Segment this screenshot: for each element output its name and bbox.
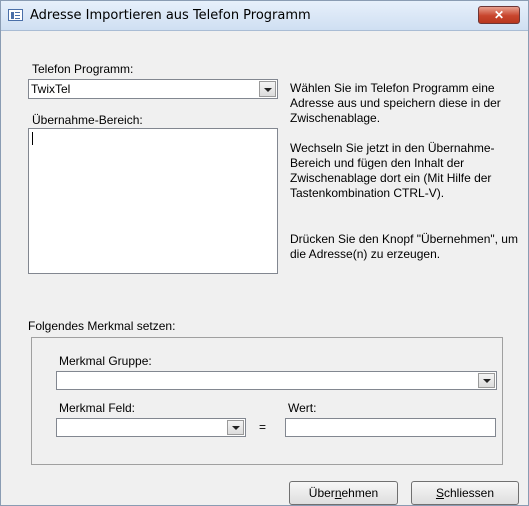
import-area-label: Übernahme-Bereich: <box>32 113 143 127</box>
feature-group-label: Merkmal Gruppe: <box>59 354 152 368</box>
close-label-accel: S <box>435 486 444 500</box>
feature-group-combo[interactable] <box>56 371 497 390</box>
feature-field-label: Merkmal Feld: <box>59 401 136 415</box>
close-icon[interactable]: ✕ <box>478 6 520 24</box>
help-text-2: Wechseln Sie jetzt in den Übernahme-Bere… <box>290 141 529 201</box>
feature-field-combo[interactable] <box>56 418 246 437</box>
close-label-post: chliessen <box>443 486 495 500</box>
close-button[interactable]: Schliessen <box>411 481 519 505</box>
dialog-window: Adresse Importieren aus Telefon Programm… <box>0 0 529 506</box>
value-input[interactable] <box>285 418 496 437</box>
value-label: Wert: <box>288 401 317 415</box>
title-bar[interactable]: Adresse Importieren aus Telefon Programm… <box>1 1 528 31</box>
phone-program-label: Telefon Programm: <box>32 62 134 76</box>
window-title: Adresse Importieren aus Telefon Programm <box>30 8 311 23</box>
chevron-down-icon[interactable] <box>259 81 276 97</box>
apply-label-pre: Über <box>308 486 335 500</box>
help-text-3: Drücken Sie den Knopf "Übernehmen", um d… <box>290 232 529 262</box>
help-paragraph-1: Wählen Sie im Telefon Programm eine Adre… <box>290 81 501 125</box>
text-caret <box>32 132 33 145</box>
help-paragraph-3: Drücken Sie den Knopf "Übernehmen", um d… <box>290 232 518 261</box>
apply-label-accel: n <box>334 486 342 500</box>
feature-section-label: Folgendes Merkmal setzen: <box>28 319 176 333</box>
phone-program-combo[interactable]: TwixTel <box>28 79 278 99</box>
help-paragraph-2: Wechseln Sie jetzt in den Übernahme-Bere… <box>290 141 495 200</box>
equals-sign: = <box>259 420 267 434</box>
phone-program-value: TwixTel <box>31 82 71 96</box>
help-text-1: Wählen Sie im Telefon Programm eine Adre… <box>290 81 529 126</box>
form-icon <box>8 9 23 21</box>
import-area-textarea[interactable] <box>28 128 278 274</box>
chevron-down-icon[interactable] <box>227 420 244 435</box>
chevron-down-icon[interactable] <box>478 373 495 388</box>
apply-button[interactable]: Übernehmen <box>289 481 398 505</box>
apply-label-post: ehmen <box>341 486 379 500</box>
